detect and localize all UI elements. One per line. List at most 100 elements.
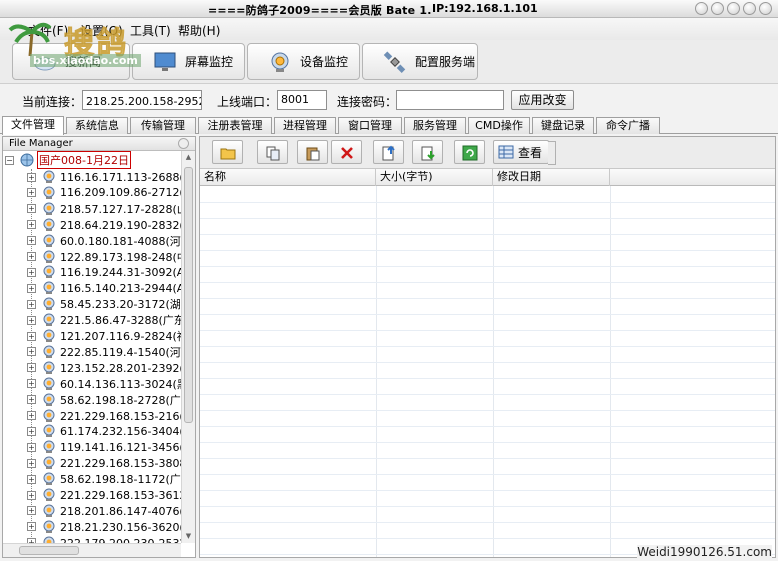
column-modified[interactable]: 修改日期 [493,169,610,186]
tree-host-label: 119.141.16.121-3456(AP [60,440,181,454]
restore-window-button[interactable] [727,2,740,15]
tab-file-manager[interactable]: 文件管理 [2,116,64,135]
panel-close-icon[interactable] [178,138,189,149]
column-size[interactable]: 大小(字节) [376,169,493,186]
expand-icon[interactable]: + [27,442,36,452]
tree-host-item[interactable]: +61.174.232.156-3404(浙 [27,423,181,439]
upload-button[interactable] [373,140,404,164]
screen-monitor-button[interactable]: 屏幕监控 [132,43,245,80]
menu-tools[interactable]: 工具(T) [130,22,171,39]
tree-host-item[interactable]: +60.0.180.181-4088(河北 [27,233,181,249]
tree-host-item[interactable]: +121.207.116.9-2824(福建 [27,328,181,344]
webcam-icon [43,520,55,533]
tree-host-item[interactable]: +116.5.140.213-2944(APN [27,280,181,296]
tree-host-item[interactable]: +60.14.136.113-3024(黑龙 [27,376,181,392]
tab-service-manager[interactable]: 服务管理 [404,117,466,134]
tree-host-item[interactable]: +221.229.168.153-3808(江 [27,455,181,471]
tab-window-manager[interactable]: 窗口管理 [338,117,402,134]
expand-icon[interactable]: + [27,411,36,420]
expand-icon[interactable]: + [27,426,36,436]
download-button[interactable] [412,140,443,164]
expand-icon[interactable]: + [27,252,36,261]
tab-command-broadcast[interactable]: 命令广播 [596,117,660,134]
tree-scroll-thumb[interactable] [184,167,193,423]
view-dropdown-icon[interactable] [548,141,556,165]
expand-icon[interactable]: + [27,315,36,325]
refresh-button[interactable] [454,140,485,164]
tab-process-manager[interactable]: 进程管理 [274,117,336,134]
tree-root[interactable]: − 国产008-1月22日 [5,151,131,169]
view-mode-button[interactable]: 查看 [493,140,556,165]
tab-transfer-manager[interactable]: 传输管理 [130,117,196,134]
webcam-icon [43,488,55,501]
expand-icon[interactable]: + [27,188,36,198]
expand-icon[interactable]: + [27,506,36,516]
tree-hscroll-thumb[interactable] [19,546,79,555]
copy-button[interactable] [257,140,288,164]
expand-icon[interactable]: + [27,283,36,293]
folder-icon [220,148,236,160]
maximize-window-button[interactable] [743,2,756,15]
tree-host-item[interactable]: +222.179.200.230-2532(江 [27,535,181,543]
tree-host-item[interactable]: +116.209.109.86-2712(AP [27,185,181,201]
apply-changes-button[interactable]: 应用改变 [511,90,574,110]
port-label: 上线端口： [217,95,278,109]
tree-host-item[interactable]: +119.141.16.121-3456(AP [27,439,181,455]
expand-icon[interactable]: + [27,204,36,214]
paste-button[interactable] [297,140,328,164]
tree-host-item[interactable]: +218.21.230.156-3620(内 [27,519,181,535]
tree-host-item[interactable]: +218.57.127.17-2828(山东 [27,201,181,217]
expand-icon[interactable]: + [27,347,36,357]
webcam-icon [43,218,55,231]
expand-icon[interactable]: + [27,220,36,230]
scroll-down-icon[interactable]: ▼ [184,532,193,541]
tab-keylogger[interactable]: 键盘记录 [532,117,594,134]
port-field[interactable]: 8001 [277,90,327,110]
tree-host-item[interactable]: +221.229.168.153-3612(江 [27,487,181,503]
tab-system-info[interactable]: 系统信息 [66,117,128,134]
tree-host-item[interactable]: +116.19.244.31-3092(APN [27,264,181,280]
scroll-up-icon[interactable]: ▲ [184,153,193,162]
tab-registry-manager[interactable]: 注册表管理 [198,117,272,134]
expand-icon[interactable]: + [27,474,36,484]
device-monitor-button[interactable]: 设备监控 [247,43,360,80]
expand-icon[interactable]: + [27,267,36,277]
tree-host-item[interactable]: +218.64.219.190-2832(江 [27,217,181,233]
expand-icon[interactable]: + [27,331,36,341]
tree-host-item[interactable]: +58.62.198.18-1172(广东 [27,471,181,487]
tree-host-item[interactable]: +218.201.86.147-4076(重 [27,503,181,519]
expand-icon[interactable]: + [27,490,36,500]
tree-vertical-scrollbar[interactable]: ▲ ▼ [181,151,195,543]
open-folder-button[interactable] [212,140,243,164]
expand-icon[interactable]: + [27,395,36,405]
expand-icon[interactable]: + [27,379,36,389]
current-connection-field[interactable]: 218.25.200.158-2952(辽 [82,90,202,110]
column-name[interactable]: 名称 [200,169,376,186]
tree-horizontal-scrollbar[interactable] [3,543,181,557]
tree-host-item[interactable]: +58.62.198.18-2728(广东 [27,392,181,408]
tree-host-item[interactable]: +222.85.119.4-1540(河南 [27,344,181,360]
tree-host-item[interactable]: +221.5.86.47-3288(广东 [27,312,181,328]
expand-icon[interactable]: + [27,172,36,182]
tree-host-item[interactable]: +116.16.171.113-2688(AP [27,169,181,185]
tree-host-item[interactable]: +123.152.28.201-2392(浙 [27,360,181,376]
expand-icon[interactable]: + [27,458,36,468]
close-window-button[interactable] [759,2,772,15]
tree-host-item[interactable]: +122.89.173.198-248(中国 [27,249,181,265]
file-list-body[interactable] [200,186,775,557]
expand-icon[interactable]: + [27,299,36,309]
tree-host-item[interactable]: +221.229.168.153-216(江 [27,408,181,424]
password-field[interactable] [396,90,504,110]
collapse-icon[interactable]: − [5,155,14,165]
expand-icon[interactable]: + [27,522,36,532]
help-window-button[interactable] [695,2,708,15]
minimize-window-button[interactable] [711,2,724,15]
delete-button[interactable] [331,140,362,164]
menu-help[interactable]: 帮助(H) [178,22,220,39]
tree-host-item[interactable]: +58.45.233.20-3172(湖南 [27,296,181,312]
expand-icon[interactable]: + [27,236,36,246]
configure-server-button[interactable]: 配置服务端 [362,43,478,80]
tab-cmd[interactable]: CMD操作 [468,117,530,134]
expand-icon[interactable]: + [27,363,36,373]
grid-row-line [200,298,775,299]
